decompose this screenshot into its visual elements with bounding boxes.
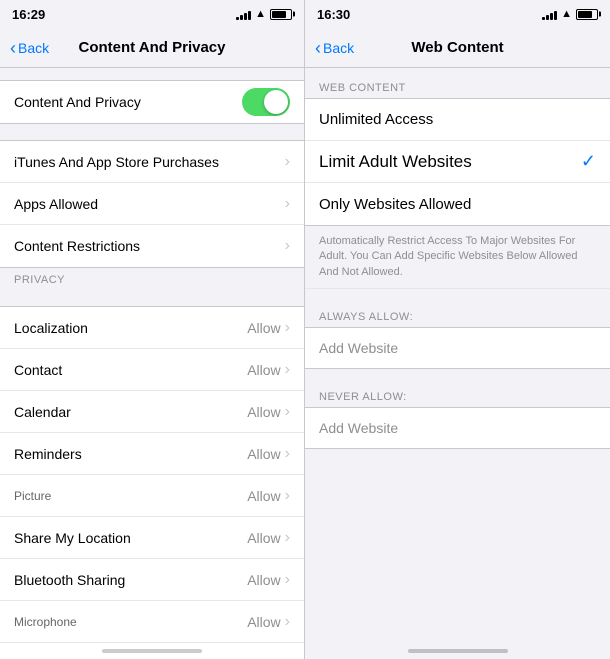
only-websites-label: Only Websites Allowed <box>319 196 596 213</box>
content-restrictions-row[interactable]: Content Restrictions › <box>0 225 304 267</box>
back-label-right: Back <box>323 40 354 56</box>
picture-row[interactable]: Picture Allow › <box>0 475 304 517</box>
back-label-left: Back <box>18 40 49 56</box>
right-panel: 16:30 ▲ ‹ Back Web Content WEB CONTENT <box>305 0 610 659</box>
picture-chevron: › <box>285 487 290 505</box>
calendar-chevron: › <box>285 403 290 421</box>
always-allow-section: ALWAYS ALLOW: Add Website <box>305 305 610 369</box>
calendar-value: Allow <box>247 404 280 420</box>
always-add-website-row[interactable]: Add Website <box>305 327 610 369</box>
toggle-section: Content And Privacy <box>0 80 304 124</box>
microphone-row[interactable]: Microphone Allow › <box>0 601 304 643</box>
toggle-thumb <box>264 90 288 114</box>
picture-value: Allow <box>247 488 280 504</box>
back-button-right[interactable]: ‹ Back <box>315 39 375 57</box>
contact-row[interactable]: Contact Allow › <box>0 349 304 391</box>
localization-row[interactable]: Localization Allow › <box>0 307 304 349</box>
bluetooth-chevron: › <box>285 571 290 589</box>
battery-icon-right <box>576 9 598 20</box>
voice-recognition-value: Allow <box>247 656 280 659</box>
status-icons-left: ▲ <box>236 8 292 20</box>
itunes-row[interactable]: iTunes And App Store Purchases › <box>0 141 304 183</box>
only-websites-row[interactable]: Only Websites Allowed <box>305 183 610 225</box>
localization-label: Localization <box>14 320 247 336</box>
share-location-chevron: › <box>285 529 290 547</box>
privacy-section: Localization Allow › Contact Allow › Cal… <box>0 306 304 659</box>
contact-label: Contact <box>14 362 247 378</box>
limit-adult-row[interactable]: Limit Adult Websites ✓ <box>305 141 610 183</box>
limit-adult-label: Limit Adult Websites <box>319 152 581 172</box>
back-chevron-left: ‹ <box>10 39 16 57</box>
apps-allowed-label: Apps Allowed <box>14 196 285 212</box>
reminders-chevron: › <box>285 445 290 463</box>
content-restrictions-chevron: › <box>285 237 290 255</box>
contact-value: Allow <box>247 362 280 378</box>
status-icons-right: ▲ <box>542 8 598 20</box>
localization-chevron: › <box>285 319 290 337</box>
bluetooth-value: Allow <box>247 572 280 588</box>
signal-icon-right <box>542 9 557 20</box>
share-location-label: Share My Location <box>14 530 247 546</box>
localization-value: Allow <box>247 320 280 336</box>
never-allow-section: NEVER ALLOW: Add Website <box>305 385 610 449</box>
privacy-header: PRIVACY <box>0 268 304 290</box>
toggle-label: Content And Privacy <box>14 94 242 110</box>
unlimited-access-label: Unlimited Access <box>319 111 596 128</box>
itunes-label: iTunes And App Store Purchases <box>14 154 285 170</box>
microphone-value: Allow <box>247 614 280 630</box>
battery-icon <box>270 9 292 20</box>
reminders-label: Reminders <box>14 446 247 462</box>
calendar-label: Calendar <box>14 404 247 420</box>
back-chevron-right: ‹ <box>315 39 321 57</box>
apps-allowed-chevron: › <box>285 195 290 213</box>
never-allow-header: NEVER ALLOW: <box>305 385 610 407</box>
web-content-options: Unlimited Access Limit Adult Websites ✓ … <box>305 98 610 226</box>
home-indicator-right <box>408 649 508 653</box>
wifi-icon-right: ▲ <box>561 8 572 20</box>
home-indicator-left <box>102 649 202 653</box>
web-content-header: WEB CONTENT <box>305 76 610 98</box>
status-bar-left: 16:29 ▲ <box>0 0 304 28</box>
nav-title-right: Web Content <box>375 39 540 56</box>
reminders-value: Allow <box>247 446 280 462</box>
microphone-label: Microphone <box>14 615 247 629</box>
toggle-row[interactable]: Content And Privacy <box>0 81 304 123</box>
share-location-value: Allow <box>247 530 280 546</box>
content-restrictions-label: Content Restrictions <box>14 238 285 254</box>
bluetooth-row[interactable]: Bluetooth Sharing Allow › <box>0 559 304 601</box>
picture-label: Picture <box>14 489 247 503</box>
right-scroll-area: WEB CONTENT Unlimited Access Limit Adult… <box>305 68 610 659</box>
contact-chevron: › <box>285 361 290 379</box>
nav-title-left: Content And Privacy <box>70 39 234 56</box>
checkmark-icon: ✓ <box>581 151 596 172</box>
status-time-left: 16:29 <box>12 7 45 22</box>
nav-bar-left: ‹ Back Content And Privacy <box>0 28 304 68</box>
always-allow-header: ALWAYS ALLOW: <box>305 305 610 327</box>
main-settings-section: iTunes And App Store Purchases › Apps Al… <box>0 140 304 268</box>
unlimited-access-row[interactable]: Unlimited Access <box>305 99 610 141</box>
always-add-website-label: Add Website <box>319 340 398 356</box>
restriction-description: Automatically Restrict Access To Major W… <box>305 226 610 289</box>
microphone-chevron: › <box>285 613 290 631</box>
content-privacy-toggle[interactable] <box>242 88 290 116</box>
calendar-row[interactable]: Calendar Allow › <box>0 391 304 433</box>
status-bar-right: 16:30 ▲ <box>305 0 610 28</box>
share-location-row[interactable]: Share My Location Allow › <box>0 517 304 559</box>
left-panel: 16:29 ▲ ‹ Back Content And Privacy Con <box>0 0 305 659</box>
nav-bar-right: ‹ Back Web Content <box>305 28 610 68</box>
itunes-chevron: › <box>285 153 290 171</box>
signal-icon <box>236 9 251 20</box>
wifi-icon: ▲ <box>255 8 266 20</box>
reminders-row[interactable]: Reminders Allow › <box>0 433 304 475</box>
left-scroll-area: Content And Privacy iTunes And App Store… <box>0 68 304 659</box>
never-add-website-row[interactable]: Add Website <box>305 407 610 449</box>
status-time-right: 16:30 <box>317 7 350 22</box>
bluetooth-label: Bluetooth Sharing <box>14 572 247 588</box>
voice-recognition-label: Voice Recognition <box>14 656 247 659</box>
back-button-left[interactable]: ‹ Back <box>10 39 70 57</box>
apps-allowed-row[interactable]: Apps Allowed › <box>0 183 304 225</box>
never-add-website-label: Add Website <box>319 420 398 436</box>
voice-recognition-chevron: › <box>285 655 290 659</box>
